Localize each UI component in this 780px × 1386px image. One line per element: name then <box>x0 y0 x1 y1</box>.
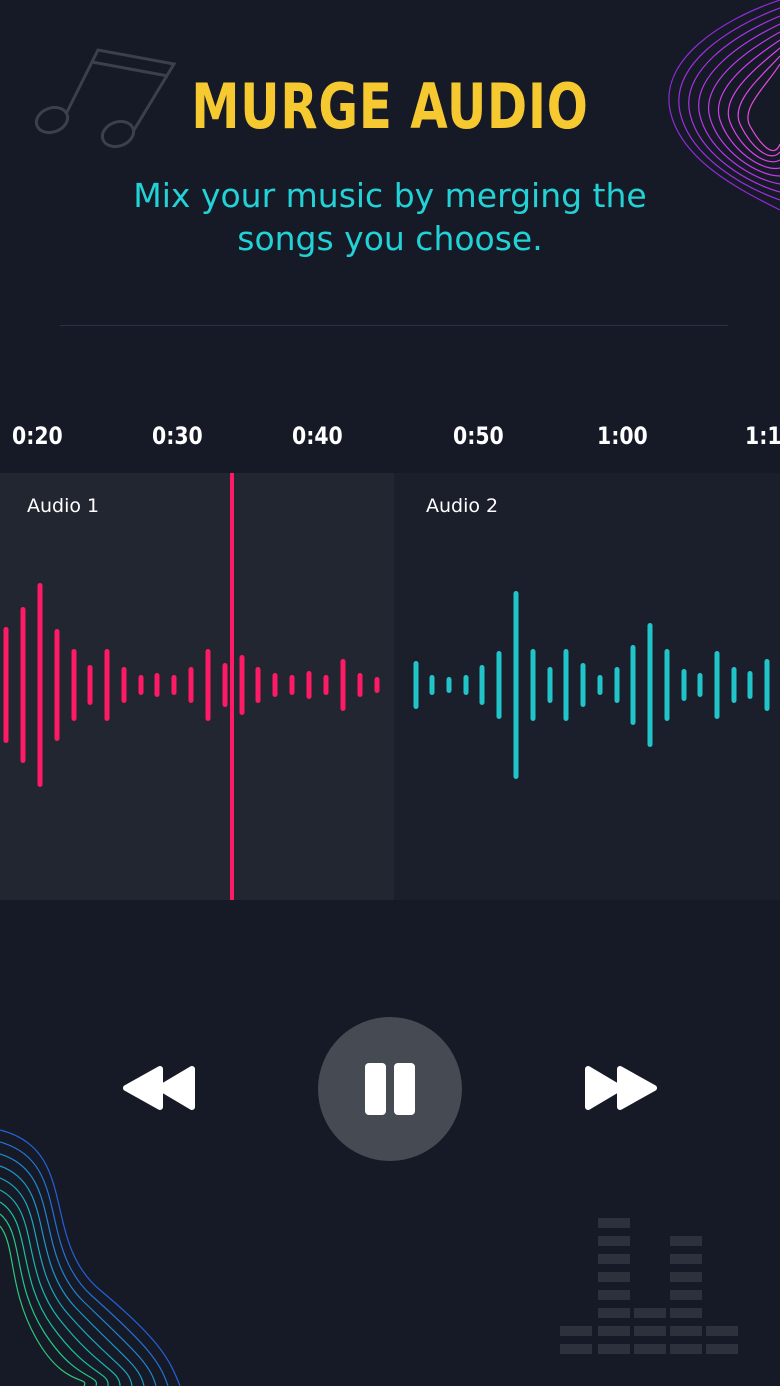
waveform-bar <box>3 627 9 743</box>
timeline-tick: 0:30 <box>152 422 203 450</box>
waveform <box>3 583 770 787</box>
waveform-bar <box>71 649 77 721</box>
equalizer-block <box>598 1254 630 1264</box>
waveform-bar <box>580 663 586 707</box>
equalizer-block <box>598 1218 630 1228</box>
timeline-tick: 0:40 <box>292 422 343 450</box>
equalizer-block <box>670 1290 702 1300</box>
equalizer-block <box>670 1326 702 1336</box>
equalizer-block <box>560 1344 592 1354</box>
equalizer-block <box>634 1326 666 1336</box>
waveform-bar <box>374 677 380 693</box>
waveform-bar <box>306 671 312 699</box>
waveform-bar <box>37 583 43 787</box>
waveform-bar <box>429 675 435 695</box>
fast-forward-icon <box>585 1066 657 1110</box>
waveform-bar <box>764 659 770 711</box>
waveform-bar <box>87 665 93 705</box>
waveform-bar <box>597 675 603 695</box>
waveform-bar <box>239 655 245 715</box>
waveform-bar <box>731 667 737 703</box>
waveform-bar <box>697 673 703 697</box>
waveform-bar <box>171 675 177 695</box>
timeline-tick: 1:10 <box>745 422 780 450</box>
equalizer-block <box>598 1236 630 1246</box>
waveform-bar <box>272 673 278 697</box>
waveform-bar <box>513 591 519 779</box>
waveform-bar <box>20 607 26 763</box>
pause-icon <box>365 1063 415 1115</box>
waveform-bar <box>446 677 452 693</box>
waveform-bar <box>463 675 469 695</box>
waveform-bar <box>714 651 720 719</box>
waveform-bar <box>188 667 194 703</box>
waveform-bar <box>547 667 553 703</box>
equalizer-block <box>706 1344 738 1354</box>
waveform-bar <box>530 649 536 721</box>
rewind-button[interactable] <box>118 1060 200 1116</box>
waveform-bar <box>747 671 753 699</box>
equalizer-block <box>634 1344 666 1354</box>
equalizer-block <box>560 1326 592 1336</box>
waveform-bar <box>664 649 670 721</box>
equalizer-block <box>598 1290 630 1300</box>
waveform-bar <box>255 667 261 703</box>
waveform-bar <box>138 675 144 695</box>
page-title: MURGE AUDIO <box>191 70 589 143</box>
equalizer-block <box>706 1326 738 1336</box>
waveform-bar <box>681 669 687 701</box>
timeline-tick: 0:50 <box>453 422 504 450</box>
divider <box>60 325 728 326</box>
waveform-bar <box>205 649 211 721</box>
fast-forward-button[interactable] <box>580 1060 662 1116</box>
equalizer-block <box>598 1326 630 1336</box>
page-subtitle: Mix your music by merging the songs you … <box>133 176 647 258</box>
waveform-bar <box>54 629 60 741</box>
waveform-bar <box>104 649 110 721</box>
equalizer-block <box>670 1308 702 1318</box>
waveform-bar <box>323 675 329 695</box>
waveform-bar <box>357 673 363 697</box>
equalizer-block <box>670 1236 702 1246</box>
waveform-bar <box>289 675 295 695</box>
waveform-bar <box>413 661 419 709</box>
equalizer-icon <box>560 1218 738 1354</box>
waveform-bar <box>121 667 127 703</box>
rewind-icon <box>123 1066 195 1110</box>
timeline-tick: 1:00 <box>597 422 648 450</box>
playhead-cursor[interactable] <box>230 473 234 900</box>
equalizer-block <box>598 1308 630 1318</box>
equalizer-block <box>670 1344 702 1354</box>
waveform-bar <box>630 645 636 725</box>
waveform-bar <box>496 651 502 719</box>
cyan-wave-decoration <box>0 1129 181 1386</box>
equalizer-block <box>598 1272 630 1282</box>
waveform-bar <box>479 665 485 705</box>
equalizer-block <box>634 1308 666 1318</box>
waveform-bar <box>154 673 160 697</box>
waveform-bar <box>222 663 228 707</box>
waveform-bar <box>563 649 569 721</box>
waveform-bar <box>647 623 653 747</box>
equalizer-block <box>670 1272 702 1282</box>
equalizer-block <box>598 1344 630 1354</box>
waveform-bar <box>340 659 346 711</box>
timeline-tick: 0:20 <box>12 422 63 450</box>
equalizer-block <box>670 1254 702 1264</box>
waveform-bar <box>614 667 620 703</box>
pause-button[interactable] <box>318 1017 462 1161</box>
